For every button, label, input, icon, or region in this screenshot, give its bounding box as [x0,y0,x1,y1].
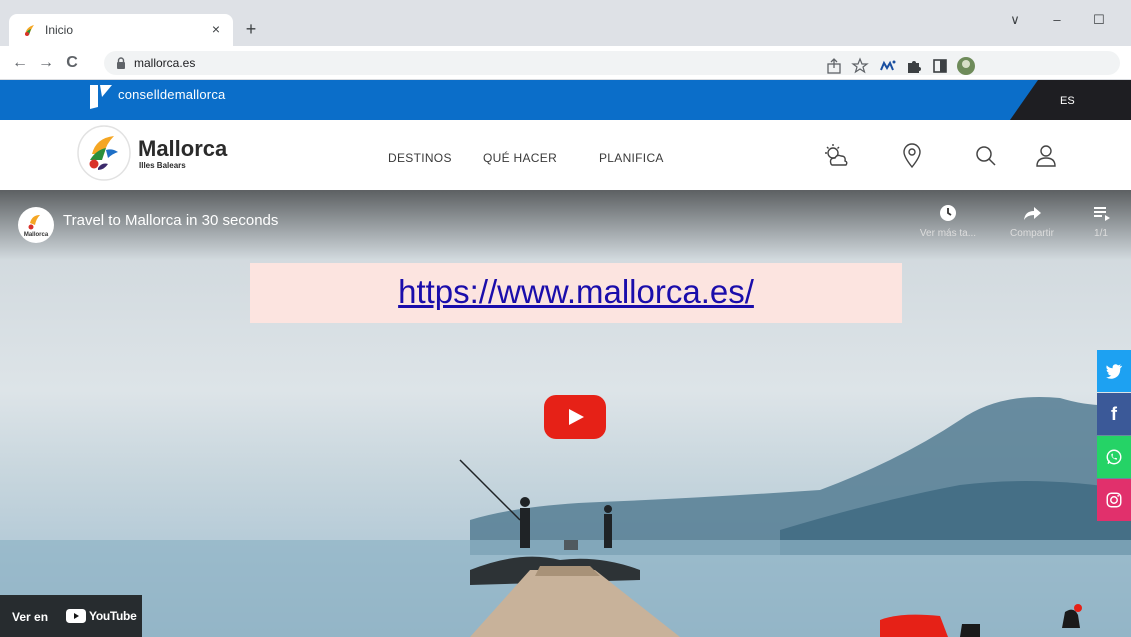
watch-later-label: Ver más ta... [919,228,977,239]
forward-button[interactable]: → [34,51,58,75]
clock-icon [940,205,956,221]
browser-toolbar: ← → C mallorca.es [0,46,1131,80]
site-header: Mallorca Illes Balears DESTINOS QUÉ HACE… [0,120,1131,190]
puzzle-icon[interactable] [904,56,924,76]
consell-logo-icon[interactable] [88,83,114,109]
lock-icon [117,57,125,69]
whatsapp-icon[interactable] [1097,436,1131,478]
star-icon[interactable] [850,56,870,76]
consell-name[interactable]: conselldemallorca [118,87,225,102]
mallorca-logo-icon[interactable] [76,124,132,182]
share-label: Compartir [1010,228,1054,239]
brand-subtitle: Illes Balears [139,161,186,170]
language-selector[interactable]: ES [1060,95,1075,107]
tab-title: Inicio [45,23,74,37]
location-pin-icon[interactable] [898,142,926,170]
youtube-logo-icon [66,609,86,623]
channel-avatar-text: Mallorca [24,232,49,238]
profile-avatar-icon[interactable] [956,56,976,76]
browser-tab[interactable]: Inicio × [9,14,233,46]
twitter-icon[interactable] [1097,350,1131,392]
watch-later-control[interactable]: Ver más ta... [910,202,986,239]
tab-search-dropdown-icon[interactable]: ∨ [1003,8,1027,32]
channel-avatar[interactable]: Mallorca [18,207,54,243]
weather-icon[interactable] [822,142,850,170]
watch-on-youtube-button[interactable]: Ver en YouTube [0,595,142,637]
mallorca-url-link[interactable]: https://www.mallorca.es/ [398,273,754,311]
brand-name[interactable]: Mallorca [138,136,227,162]
video-title[interactable]: Travel to Mallorca in 30 seconds [63,212,278,229]
browser-tabstrip: Inicio × + ∨ – ☐ [0,0,1131,46]
nav-destinos[interactable]: DESTINOS [388,151,452,165]
nav-que-hacer[interactable]: QUÉ HACER [483,151,557,165]
youtube-wordmark: YouTube [89,609,137,623]
minimize-button[interactable]: – [1045,8,1069,32]
extension-mv-icon[interactable] [878,56,898,76]
share-control[interactable]: Compartir [1000,202,1064,239]
mallorca-favicon-icon [25,25,34,36]
video-player[interactable]: Mallorca Travel to Mallorca in 30 second… [0,190,1131,637]
share-arrow-icon [1024,207,1041,220]
user-icon[interactable] [1032,142,1060,170]
watch-on-label: Ver en [12,610,49,624]
playlist-control[interactable]: 1/1 [1086,202,1116,239]
search-icon[interactable] [972,142,1000,170]
tab-close-icon[interactable]: × [207,20,225,38]
play-button[interactable] [544,395,606,439]
share-icon[interactable] [824,56,844,76]
reload-button[interactable]: C [60,51,84,75]
nav-planifica[interactable]: PLANIFICA [599,151,664,165]
new-tab-button[interactable]: + [240,18,262,40]
consell-bar: conselldemallorca ES [0,80,1131,120]
url-banner: https://www.mallorca.es/ [250,263,902,323]
maximize-button[interactable]: ☐ [1087,8,1111,32]
address-bar[interactable]: mallorca.es [104,51,1120,75]
back-button[interactable]: ← [8,51,32,75]
facebook-icon[interactable]: f [1097,393,1131,435]
url-text: mallorca.es [134,56,196,70]
playlist-count: 1/1 [1094,228,1108,239]
instagram-icon[interactable] [1097,479,1131,521]
playlist-icon [1094,207,1110,221]
side-panel-icon[interactable] [930,56,950,76]
